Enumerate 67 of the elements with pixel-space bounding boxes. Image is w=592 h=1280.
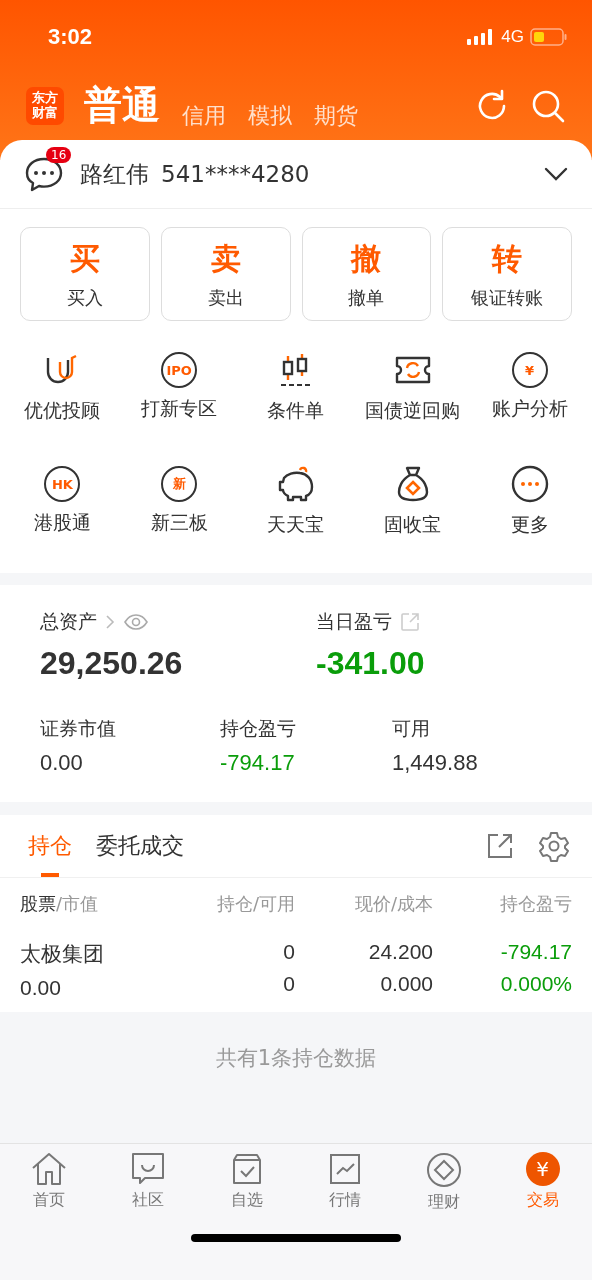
daily-pl-value: -341.00 <box>316 645 426 682</box>
position-pl: -794.17 <box>500 940 572 964</box>
circle-text-icon: HK <box>44 466 81 502</box>
position-pl-percent: 0.000% <box>500 972 572 996</box>
battery-icon <box>530 28 568 46</box>
stock-name: 太极集团 <box>20 941 105 968</box>
nav-tab[interactable]: ¥ 交易 <box>493 1152 592 1228</box>
trade-action-button[interactable]: 买 买入 <box>20 227 150 321</box>
yuan-chat-icon: ¥ <box>511 352 548 388</box>
stat-label: 持仓盈亏 <box>220 716 297 741</box>
circle-text-icon: IPO <box>161 352 198 388</box>
piggy-bank-icon <box>276 464 316 504</box>
nav-tab[interactable]: 社区 <box>98 1152 198 1228</box>
trade-action-button[interactable]: 卖 卖出 <box>160 227 291 321</box>
column-header: 持仓盈亏 <box>499 892 572 916</box>
total-assets-value: 29,250.26 <box>40 645 184 682</box>
position-count-text: 共有1条持仓数据 <box>215 1045 377 1072</box>
shortcut-item[interactable]: 新 新三板 <box>120 453 238 549</box>
chat-icon <box>131 1152 165 1186</box>
available-quantity: 0 <box>283 972 295 996</box>
position-row[interactable]: 太极集团 0.00 0 0 24.200 0.000 -794.17 0.000% <box>0 930 592 1012</box>
position-tab[interactable]: 委托成交 <box>96 815 184 877</box>
circle-text-icon: 新 <box>161 466 198 502</box>
stat-value: -794.17 <box>220 750 296 776</box>
shortcut-item[interactable]: HK 港股通 <box>4 453 121 549</box>
shortcut-item[interactable]: 天天宝 <box>237 453 355 549</box>
stat-value: 0.00 <box>40 750 84 776</box>
daily-pl-label: 当日盈亏 <box>316 609 392 634</box>
shortcut-item[interactable]: 优优投顾 <box>4 339 121 435</box>
line-chart-icon <box>328 1152 363 1186</box>
nav-tab[interactable]: 自选 <box>197 1152 296 1228</box>
market-value: 0.00 <box>20 976 62 1000</box>
shortcut-item[interactable]: 国债逆回购 <box>354 339 472 435</box>
message-count-badge: 16 <box>46 147 72 163</box>
account-name: 路红伟 <box>80 159 149 189</box>
column-header: 股票/市值 <box>20 892 100 916</box>
stat-label: 可用 <box>392 716 431 741</box>
shortcut-item[interactable]: 固收宝 <box>354 453 472 549</box>
shortcut-item[interactable]: 条件单 <box>237 339 355 435</box>
settings-icon[interactable] <box>538 830 570 862</box>
more-icon <box>509 464 550 504</box>
status-time: 3:02 <box>48 24 93 50</box>
column-header: 现价/成本 <box>353 892 433 916</box>
shortcut-item[interactable]: IPO 打新专区 <box>120 339 238 435</box>
account-number: 541****4280 <box>161 161 311 187</box>
shortcut-item[interactable]: 更多 <box>471 453 588 549</box>
cost-price: 0.000 <box>380 972 433 996</box>
shortcut-item[interactable]: ¥ 账户分析 <box>471 339 588 435</box>
current-price: 24.200 <box>368 940 433 964</box>
trade-action-button[interactable]: 撤 撤单 <box>301 227 432 321</box>
export-icon[interactable] <box>486 832 514 860</box>
eye-icon[interactable] <box>123 613 149 631</box>
total-assets-label: 总资产 <box>40 609 97 634</box>
nav-tab[interactable]: 行情 <box>296 1152 395 1228</box>
held-quantity: 0 <box>283 940 295 964</box>
column-header: 持仓/可用 <box>215 892 295 916</box>
nav-tab[interactable]: 首页 <box>0 1152 99 1228</box>
trade-action-button[interactable]: 转 银证转账 <box>442 227 572 321</box>
chevron-down-icon[interactable] <box>544 167 568 181</box>
home-icon <box>31 1152 68 1186</box>
yuan-icon: ¥ <box>525 1152 560 1186</box>
stat-label: 证券市值 <box>40 716 117 741</box>
nav-tab[interactable]: 理财 <box>394 1152 494 1228</box>
chevron-right-icon[interactable] <box>105 614 115 630</box>
network-label: 4G <box>501 27 524 47</box>
stat-value: 1,449.88 <box>392 750 478 776</box>
share-icon[interactable] <box>400 612 420 632</box>
